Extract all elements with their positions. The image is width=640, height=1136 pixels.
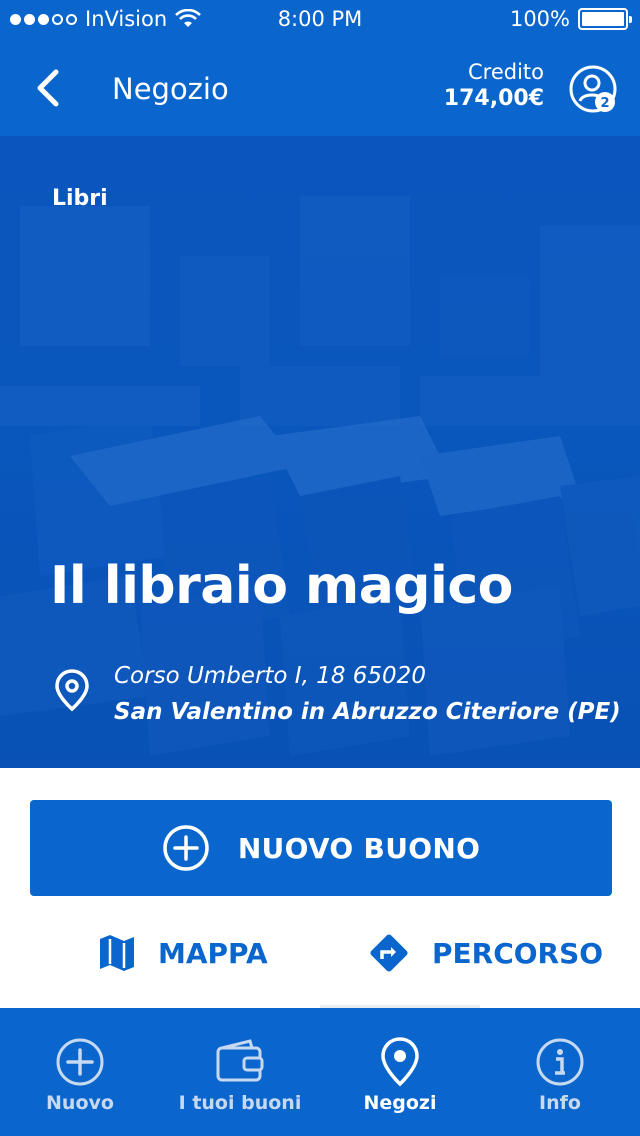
- shop-hero: Libri Il libraio magico Corso Umberto I,…: [0, 136, 640, 768]
- credit-value: 174,00€: [443, 86, 544, 111]
- credit-display: Credito 174,00€: [444, 60, 544, 111]
- tab-label: I tuoi buoni: [178, 1092, 302, 1114]
- route-button[interactable]: PERCORSO: [368, 928, 603, 978]
- map-button[interactable]: MAPPA: [98, 928, 268, 978]
- new-voucher-label: NUOVO BUONO: [237, 831, 481, 865]
- map-label: MAPPA: [158, 936, 268, 970]
- tab-i-tuoi-buoni[interactable]: I tuoi buoni: [160, 1008, 320, 1136]
- new-voucher-button[interactable]: NUOVO BUONO: [30, 800, 612, 896]
- credit-label: Credito: [467, 60, 544, 84]
- tab-info[interactable]: Info: [480, 1008, 640, 1136]
- battery-group: 100%: [509, 7, 632, 31]
- location-pin-icon: [381, 1037, 419, 1087]
- tab-label: Info: [539, 1092, 581, 1114]
- tab-bar: Nuovo I tuoi buoni Negozi Info: [0, 1008, 640, 1136]
- profile-badge: 2: [600, 96, 609, 111]
- back-chevron-icon[interactable]: [28, 66, 68, 110]
- battery-icon: [578, 8, 632, 30]
- shop-address: Corso Umberto I, 18 65020 San Valentino …: [114, 658, 621, 730]
- wallet-icon: [216, 1039, 264, 1082]
- info-icon: [536, 1038, 584, 1086]
- tab-label: Nuovo: [46, 1092, 114, 1114]
- shop-category: Libri: [52, 186, 108, 211]
- tab-label: Negozi: [363, 1092, 437, 1114]
- status-bar: InVision 8:00 PM 100%: [0, 0, 640, 40]
- map-icon: [100, 935, 134, 971]
- tab-nuovo[interactable]: Nuovo: [0, 1008, 160, 1136]
- shop-name: Il libraio magico: [50, 556, 513, 616]
- plus-circle-icon: [163, 825, 209, 871]
- route-label: PERCORSO: [432, 936, 604, 970]
- directions-icon: [370, 934, 408, 972]
- location-pin-icon: [55, 669, 89, 712]
- nav-bar: Negozio Credito 174,00€ 2: [0, 40, 640, 136]
- tab-negozi[interactable]: Negozi: [320, 1008, 480, 1136]
- address-line-1: Corso Umberto I, 18 65020: [114, 663, 426, 689]
- plus-circle-icon: [56, 1038, 104, 1086]
- battery-percent: 100%: [509, 7, 570, 31]
- page-title: Negozio: [112, 72, 229, 106]
- profile-icon[interactable]: 2: [568, 64, 618, 114]
- address-line-2: San Valentino in Abruzzo Citeriore (PE): [114, 699, 621, 725]
